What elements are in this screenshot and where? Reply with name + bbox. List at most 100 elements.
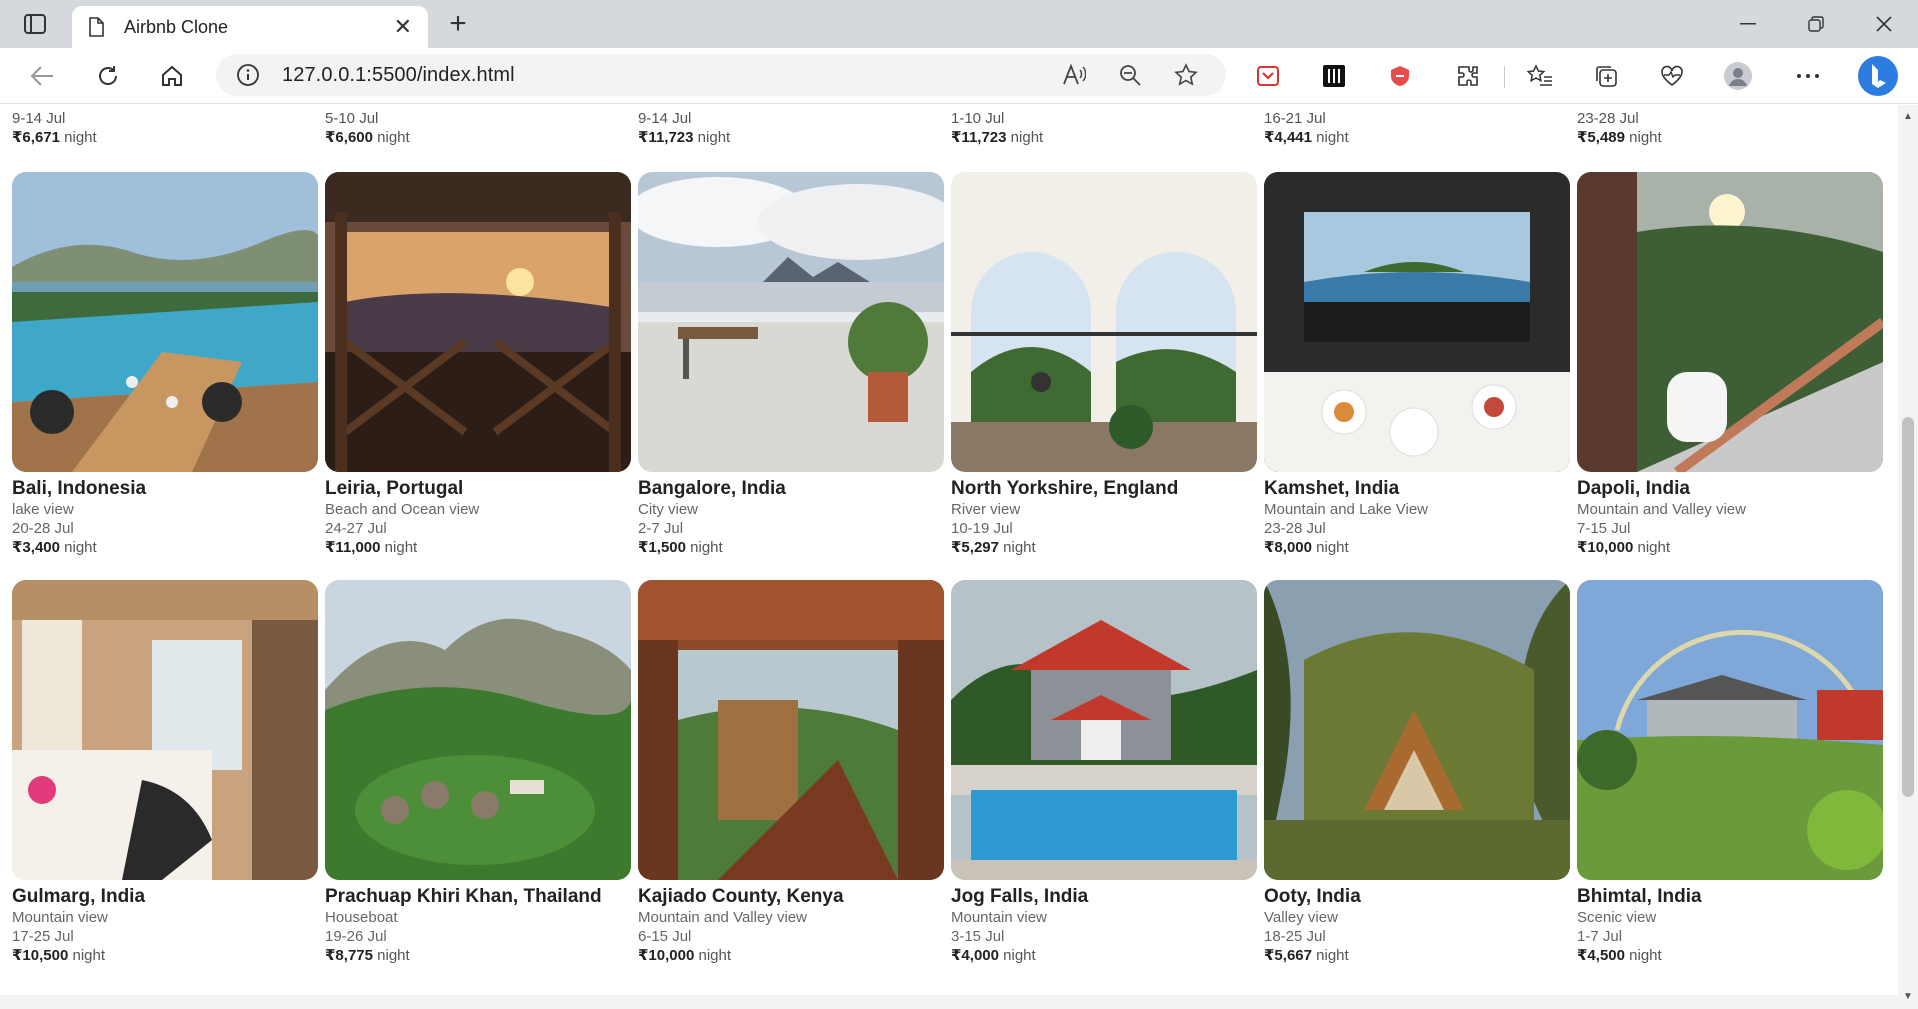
profile-button[interactable]: [1718, 58, 1758, 94]
listing-price: ₹11,723 night: [951, 128, 1257, 147]
extensions-button[interactable]: [1448, 58, 1488, 94]
listing-view-type: Mountain view: [12, 909, 108, 926]
listing-card[interactable]: Ooty, India Valley view 18-25 Jul ₹5,667…: [1264, 580, 1570, 980]
listing-location[interactable]: Prachuap Khiri Khan, Thailand: [325, 886, 631, 908]
listing-card[interactable]: North Yorkshire, England River view 10-1…: [951, 172, 1257, 572]
listing-photo[interactable]: [325, 580, 631, 880]
listing-location[interactable]: Kamshet, India: [1264, 478, 1570, 500]
listing-card[interactable]: Bangalore, India City view 2-7 Jul ₹1,50…: [638, 172, 944, 572]
new-tab-button[interactable]: +: [440, 6, 476, 42]
listing-view-type: Mountain and Valley view: [1577, 501, 1746, 518]
listing-location[interactable]: Bangalore, India: [638, 478, 944, 500]
tab-close-icon[interactable]: ✕: [394, 14, 412, 40]
scroll-down-arrow-icon[interactable]: ▼: [1898, 987, 1918, 1005]
listing-card[interactable]: Kajiado County, Kenya Mountain and Valle…: [638, 580, 944, 980]
listing-location[interactable]: Ooty, India: [1264, 886, 1570, 908]
listing-price: ₹10,000 night: [1577, 538, 1883, 557]
listing-card[interactable]: Dapoli, India Mountain and Valley view 7…: [1577, 172, 1883, 572]
favorite-star-button[interactable]: [1166, 57, 1206, 93]
listing-photo[interactable]: [1577, 172, 1883, 472]
listing-location[interactable]: Bali, Indonesia: [12, 478, 318, 500]
restore-button[interactable]: [1782, 0, 1850, 48]
price-unit: night: [72, 947, 106, 964]
listing-card[interactable]: Bhimtal, India Scenic view 1-7 Jul ₹4,50…: [1577, 580, 1883, 980]
price-amount: ₹6,600: [325, 129, 373, 146]
url-text[interactable]: 127.0.0.1:5500/index.html: [282, 64, 1054, 87]
listing-price: ₹10,500 night: [12, 946, 318, 965]
listing-view-type: Mountain and Valley view: [638, 909, 807, 926]
listing-price: ₹8,775 night: [325, 946, 631, 965]
minimize-button[interactable]: [1714, 0, 1782, 48]
settings-more-button[interactable]: [1788, 58, 1828, 94]
listing-photo[interactable]: [1577, 580, 1883, 880]
tab-actions-icon: [24, 14, 46, 34]
price-unit: night: [377, 129, 410, 146]
listing-dates: 20-28 Jul: [12, 520, 74, 537]
extension-bars-button[interactable]: [1314, 58, 1354, 94]
listing-location[interactable]: Bhimtal, India: [1577, 886, 1883, 908]
listing-location[interactable]: Leiria, Portugal: [325, 478, 631, 500]
listing-photo[interactable]: [638, 580, 944, 880]
listing-card[interactable]: Prachuap Khiri Khan, Thailand Houseboat …: [325, 580, 631, 980]
listing-dates: 23-28 Jul: [1264, 520, 1326, 537]
scrollbar-thumb[interactable]: [1902, 417, 1914, 797]
horizontal-scrollbar[interactable]: [0, 995, 1898, 1009]
listing-photo[interactable]: [1264, 172, 1570, 472]
price-amount: ₹4,441: [1264, 129, 1312, 146]
listing-location[interactable]: North Yorkshire, England: [951, 478, 1257, 500]
listing-location[interactable]: Jog Falls, India: [951, 886, 1257, 908]
price-unit: night: [377, 947, 410, 964]
previous-listing-summary[interactable]: 16-21 Jul ₹4,441 night: [1264, 109, 1570, 147]
price-amount: ₹5,667: [1264, 947, 1312, 964]
listing-photo[interactable]: [951, 172, 1257, 472]
listing-price: ₹3,400 night: [12, 538, 318, 557]
favorites-button[interactable]: [1520, 58, 1560, 94]
previous-listing-summary[interactable]: 9-14 Jul ₹6,671 night: [12, 109, 318, 147]
price-unit: night: [1316, 539, 1349, 556]
health-button[interactable]: [1652, 58, 1692, 94]
listing-photo[interactable]: [325, 172, 631, 472]
tab-actions-button[interactable]: [14, 8, 56, 40]
previous-listing-summary[interactable]: 23-28 Jul ₹5,489 night: [1577, 109, 1883, 147]
listing-photo[interactable]: [12, 580, 318, 880]
price-amount: ₹10,000: [1577, 539, 1634, 556]
listing-dates: 24-27 Jul: [325, 520, 387, 537]
previous-listing-summary[interactable]: 5-10 Jul ₹6,600 night: [325, 109, 631, 147]
back-button[interactable]: [22, 58, 62, 94]
previous-listing-summary[interactable]: 9-14 Jul ₹11,723 night: [638, 109, 944, 147]
listing-view-type: Scenic view: [1577, 909, 1657, 926]
scroll-up-arrow-icon[interactable]: ▲: [1898, 107, 1918, 125]
listing-photo[interactable]: [951, 580, 1257, 880]
previous-listing-summary[interactable]: 1-10 Jul ₹11,723 night: [951, 109, 1257, 147]
listing-location[interactable]: Dapoli, India: [1577, 478, 1883, 500]
listing-dates: 3-15 Jul: [951, 928, 1005, 945]
collections-button[interactable]: [1586, 58, 1626, 94]
listing-photo[interactable]: [1264, 580, 1570, 880]
listing-location[interactable]: Gulmarg, India: [12, 886, 318, 908]
refresh-button[interactable]: [88, 58, 128, 94]
price-unit: night: [64, 129, 97, 146]
listing-card[interactable]: Jog Falls, India Mountain view 3-15 Jul …: [951, 580, 1257, 980]
puzzle-icon: [1458, 66, 1478, 86]
listing-dates: 2-7 Jul: [638, 520, 684, 537]
bing-copilot-button[interactable]: [1856, 54, 1900, 98]
listing-price: ₹4,441 night: [1264, 128, 1570, 147]
listing-card[interactable]: Leiria, Portugal Beach and Ocean view 24…: [325, 172, 631, 572]
listing-location[interactable]: Kajiado County, Kenya: [638, 886, 944, 908]
vertical-scrollbar[interactable]: ▲ ▼: [1898, 105, 1918, 1009]
listing-card[interactable]: Gulmarg, India Mountain view 17-25 Jul ₹…: [12, 580, 318, 980]
site-info-icon[interactable]: [236, 63, 260, 87]
close-window-button[interactable]: [1850, 0, 1918, 48]
read-aloud-button[interactable]: [1054, 57, 1094, 93]
listing-card[interactable]: Kamshet, India Mountain and Lake View 23…: [1264, 172, 1570, 572]
address-bar[interactable]: 127.0.0.1:5500/index.html: [216, 54, 1226, 96]
extension-red-badge-button[interactable]: [1248, 58, 1288, 94]
extension-shield-button[interactable]: [1380, 58, 1420, 94]
listing-photo[interactable]: [12, 172, 318, 472]
listing-card[interactable]: Bali, Indonesia lake view 20-28 Jul ₹3,4…: [12, 172, 318, 572]
listing-dates: 6-15 Jul: [638, 928, 692, 945]
listing-photo[interactable]: [638, 172, 944, 472]
home-button[interactable]: [152, 58, 192, 94]
zoom-out-button[interactable]: [1110, 57, 1150, 93]
browser-tab[interactable]: Airbnb Clone ✕: [72, 6, 428, 48]
